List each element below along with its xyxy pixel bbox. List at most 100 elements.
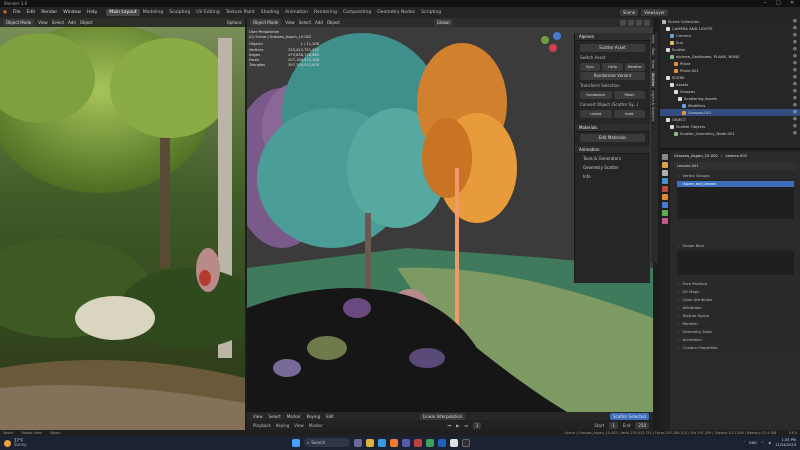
- material-tab-icon[interactable]: [662, 218, 668, 224]
- task-view-icon[interactable]: [354, 438, 362, 447]
- modifier-tab-icon[interactable]: [662, 202, 668, 208]
- left-menu-view[interactable]: View: [38, 20, 48, 25]
- visibility-eye-icon[interactable]: 👁: [793, 88, 797, 95]
- wireframe-shading-icon[interactable]: [620, 19, 626, 26]
- geometry-scatter-subpanel[interactable]: Geometry Scatter: [580, 164, 645, 172]
- app-icon[interactable]: [438, 438, 446, 447]
- outliner-item[interactable]: alpinea_GeoNodes, PLANE, NONE 👁: [660, 53, 800, 60]
- maximize-button[interactable]: □: [776, 0, 781, 7]
- outliner-item[interactable]: Scatter Objects 👁: [660, 123, 800, 130]
- visibility-eye-icon[interactable]: 👁: [793, 123, 797, 130]
- properties-panel-header[interactable]: Color Attributes: [674, 296, 797, 304]
- vertex-groups-panel[interactable]: Vertex Groups: [674, 172, 797, 180]
- outliner-item[interactable]: OBJECT 👁: [660, 116, 800, 123]
- properties-panel-header[interactable]: Remesh: [674, 320, 797, 328]
- end-frame-field[interactable]: 250: [635, 421, 649, 429]
- outliner-item[interactable]: Grasses.001 👁: [660, 109, 800, 116]
- menu-add[interactable]: Add: [315, 20, 323, 25]
- tab-texture-paint[interactable]: Texture Paint: [223, 9, 258, 16]
- start-icon[interactable]: [292, 438, 300, 447]
- sidebar-tab-item[interactable]: Item: [651, 33, 655, 46]
- sidebar-tab-lights-scatters[interactable]: Lights & Scatters: [651, 89, 655, 125]
- render-preview-viewport[interactable]: [0, 18, 245, 430]
- tab-modeling[interactable]: Modeling: [140, 9, 166, 16]
- wifi-icon[interactable]: ◠: [761, 441, 764, 445]
- properties-panel-header[interactable]: UV Maps: [674, 288, 797, 296]
- menu-window[interactable]: Window: [60, 10, 84, 15]
- visibility-eye-icon[interactable]: 👁: [793, 67, 797, 74]
- scene-selector[interactable]: Scene: [620, 9, 639, 16]
- outliner-item[interactable]: Grasses 👁: [660, 88, 800, 95]
- discord-icon[interactable]: [402, 438, 410, 447]
- view-menu[interactable]: View: [294, 423, 304, 428]
- play-icon[interactable]: ▶: [456, 423, 459, 428]
- sidebar-tab-view[interactable]: View: [651, 58, 655, 72]
- visibility-eye-icon[interactable]: 👁: [793, 109, 797, 116]
- output-tab-icon[interactable]: [662, 170, 668, 176]
- view-layer-selector[interactable]: ViewLayer: [641, 9, 668, 16]
- timeline-menu-edit[interactable]: Edit: [326, 414, 334, 419]
- visibility-eye-icon[interactable]: 👁: [793, 46, 797, 53]
- close-button[interactable]: ✕: [790, 0, 794, 7]
- outliner-item[interactable]: SCENE 👁: [660, 74, 800, 81]
- tab-main-layout[interactable]: Main Layout: [106, 9, 140, 16]
- app-icon[interactable]: [414, 438, 422, 447]
- render-tab-icon[interactable]: [662, 162, 668, 168]
- hello-button[interactable]: Hello: [602, 63, 623, 71]
- linked-button[interactable]: Linked: [580, 110, 612, 118]
- reset-button[interactable]: Reset: [613, 91, 645, 99]
- visibility-eye-icon[interactable]: 👁: [793, 32, 797, 39]
- menu-edit[interactable]: Edit: [23, 10, 38, 15]
- scatter-selected-button[interactable]: Scatter Selected: [609, 412, 649, 420]
- object-tab-icon[interactable]: [662, 194, 668, 200]
- blender-app-icon[interactable]: [390, 438, 398, 447]
- visibility-eye-icon[interactable]: 👁: [793, 130, 797, 137]
- playback-menu[interactable]: Playback: [253, 423, 271, 428]
- tab-scripting[interactable]: Scripting: [418, 9, 444, 16]
- properties-panel-header[interactable]: Custom Properties: [674, 344, 797, 352]
- tab-shading[interactable]: Shading: [258, 9, 282, 16]
- shape-keys-panel[interactable]: Shape Keys: [674, 242, 797, 250]
- outliner-item[interactable]: Assets 👁: [660, 81, 800, 88]
- menu-help[interactable]: Help: [84, 10, 100, 15]
- left-menu-object[interactable]: Object: [80, 20, 93, 25]
- rendered-shading-icon[interactable]: [644, 19, 650, 26]
- app-icon[interactable]: [450, 438, 458, 447]
- outliner-item[interactable]: Plane.001 👁: [660, 67, 800, 74]
- left-options-button[interactable]: Options: [227, 20, 245, 25]
- blender-logo-icon[interactable]: ◉: [0, 10, 10, 15]
- menu-render[interactable]: Render: [38, 10, 60, 15]
- tray-chevron-icon[interactable]: ˄: [743, 441, 745, 445]
- tab-geometry-nodes[interactable]: Geometry Nodes: [374, 9, 418, 16]
- scatter-asset-button[interactable]: Scatter Asset: [580, 44, 645, 52]
- visibility-eye-icon[interactable]: 👁: [793, 102, 797, 109]
- properties-panel-header[interactable]: Geometry Data: [674, 328, 797, 336]
- menu-select[interactable]: Select: [299, 20, 311, 25]
- data-tab-icon[interactable]: [662, 210, 668, 216]
- info-subpanel[interactable]: Info: [580, 173, 645, 181]
- visibility-eye-icon[interactable]: 👁: [793, 60, 797, 67]
- vertex-group-item[interactable]: Aspen_and_leaves: [677, 181, 794, 187]
- world-tab-icon[interactable]: [662, 186, 668, 192]
- vertex-group-list[interactable]: Aspen_and_leaves: [677, 181, 794, 219]
- properties-panel-header[interactable]: Texture Space: [674, 312, 797, 320]
- menu-object[interactable]: Object: [327, 20, 340, 25]
- datablock-field[interactable]: Leaves.001: [674, 162, 797, 170]
- solid-shading-icon[interactable]: [628, 19, 634, 26]
- scene-tab-icon[interactable]: [662, 178, 668, 184]
- menu-file[interactable]: File: [10, 10, 24, 15]
- visibility-eye-icon[interactable]: 👁: [793, 74, 797, 81]
- minimize-button[interactable]: –: [764, 0, 767, 7]
- visibility-eye-icon[interactable]: 👁: [793, 116, 797, 123]
- properties-panel-header[interactable]: Attributes: [674, 304, 797, 312]
- tab-uv-editing[interactable]: UV Editing: [193, 9, 222, 16]
- properties-panel-header[interactable]: Animation: [674, 336, 797, 344]
- taskbar-search[interactable]: ⌕ Search: [304, 438, 350, 447]
- language-indicator[interactable]: ENG: [749, 441, 757, 445]
- timeline-menu-select[interactable]: Select: [269, 414, 281, 419]
- visibility-eye-icon[interactable]: 👁: [793, 25, 797, 32]
- clock[interactable]: 1:35 PM 11/24/2023: [775, 438, 796, 447]
- outliner-item[interactable]: Plane 👁: [660, 60, 800, 67]
- left-mode-selector[interactable]: Object Mode: [3, 19, 35, 26]
- edge-icon[interactable]: [378, 438, 386, 447]
